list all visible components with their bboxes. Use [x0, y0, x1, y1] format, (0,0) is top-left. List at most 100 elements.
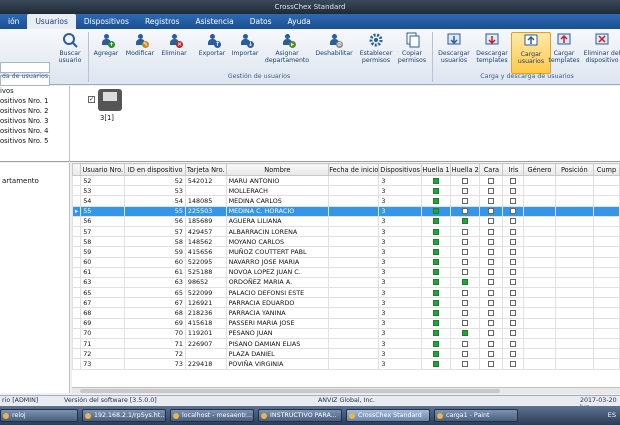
fingerprint1-cell[interactable]	[420, 358, 452, 370]
checkbox[interactable]	[433, 228, 439, 235]
search-input[interactable]	[0, 62, 50, 73]
checkbox[interactable]	[488, 208, 495, 215]
iris-cell[interactable]	[502, 358, 525, 370]
fingerprint2-cell[interactable]	[450, 174, 481, 187]
fingerprint2-cell[interactable]	[450, 225, 481, 238]
face-cell[interactable]	[479, 225, 504, 238]
checkbox[interactable]	[510, 289, 517, 296]
fingerprint1-cell[interactable]	[420, 236, 452, 248]
face-cell[interactable]	[479, 266, 504, 278]
face-cell[interactable]	[479, 185, 504, 197]
fingerprint2-cell[interactable]	[450, 276, 481, 289]
checkbox[interactable]	[462, 289, 469, 296]
checkbox[interactable]	[462, 340, 469, 347]
checkbox[interactable]	[510, 320, 517, 327]
column-header[interactable]: Huella 2	[450, 163, 481, 176]
checkbox[interactable]	[510, 279, 517, 286]
table-row[interactable]: 59 59 415656 MUÑOZ COUTTERT PABL 3	[72, 246, 620, 258]
column-header[interactable]: Usuario Nro.	[80, 163, 126, 176]
checkbox[interactable]	[488, 350, 495, 357]
fingerprint1-cell[interactable]	[420, 276, 452, 289]
device-terminal-icon[interactable]	[98, 89, 122, 111]
taskbar-item[interactable]: reloj	[0, 409, 78, 422]
face-cell[interactable]	[479, 327, 504, 340]
fingerprint2-cell[interactable]	[450, 266, 481, 278]
fingerprint2-cell[interactable]	[450, 297, 481, 309]
device-tree-item[interactable]: ositivos Nro. 2	[0, 106, 69, 116]
checkbox[interactable]	[462, 228, 469, 235]
table-row[interactable]: 52 52 542012 MARU ANTONIO 3	[72, 174, 620, 187]
fingerprint2-cell[interactable]	[450, 337, 481, 350]
face-cell[interactable]	[479, 236, 504, 248]
table-row[interactable]: 54 54 148085 MEDINA CARLOS 3	[72, 195, 620, 207]
checkbox[interactable]	[433, 289, 439, 296]
checkbox[interactable]	[462, 248, 469, 255]
menu-item-devices[interactable]: Dispositivos	[76, 14, 137, 29]
language-indicator[interactable]: ES	[608, 409, 616, 421]
iris-cell[interactable]	[502, 236, 525, 248]
checkbox[interactable]	[462, 197, 469, 204]
fingerprint1-cell[interactable]	[420, 287, 452, 299]
menu-item-records[interactable]: Registros	[137, 14, 188, 29]
checkbox[interactable]	[462, 310, 469, 317]
face-cell[interactable]	[479, 307, 504, 319]
table-row[interactable]: 57 57 429457 ALBARRACIN LORENA 3	[72, 225, 620, 238]
checkbox[interactable]	[488, 228, 495, 235]
face-cell[interactable]	[479, 215, 504, 227]
table-row[interactable]: 70 70 119201 PESANO JUAN 3	[72, 327, 620, 340]
face-cell[interactable]	[479, 205, 504, 217]
device-checkbox[interactable]: ✓	[88, 96, 95, 103]
table-row[interactable]: 56 56 185689 AGUERA LILIANA 3	[72, 215, 620, 227]
fingerprint2-cell[interactable]	[450, 256, 481, 268]
checkbox[interactable]	[510, 330, 517, 337]
fingerprint1-cell[interactable]	[420, 256, 452, 268]
fingerprint2-cell[interactable]	[450, 287, 481, 299]
checkbox[interactable]	[488, 269, 495, 276]
search-user-button[interactable]: Buscar usuario	[50, 32, 90, 74]
fingerprint1-cell[interactable]	[420, 327, 452, 340]
iris-cell[interactable]	[502, 317, 525, 329]
upload-templates-button[interactable]: Cargar templates	[544, 32, 584, 74]
face-cell[interactable]	[479, 246, 504, 258]
fingerprint1-cell[interactable]	[420, 225, 452, 238]
face-cell[interactable]	[479, 276, 504, 289]
checkbox[interactable]	[488, 177, 495, 184]
checkbox[interactable]	[488, 340, 495, 347]
fingerprint1-cell[interactable]	[420, 185, 452, 197]
fingerprint2-cell[interactable]	[450, 205, 481, 217]
set-permissions-button[interactable]: Establecer permisos	[356, 32, 396, 74]
download-templates-button[interactable]: Descargar templates	[472, 32, 512, 74]
iris-cell[interactable]	[502, 174, 525, 187]
device-tree-item[interactable]: ositivos Nro. 1	[0, 96, 69, 106]
department-label[interactable]: artamento	[0, 163, 69, 185]
face-cell[interactable]	[479, 337, 504, 350]
fingerprint1-cell[interactable]	[420, 205, 452, 217]
fingerprint2-cell[interactable]	[450, 215, 481, 227]
fingerprint1-cell[interactable]	[420, 348, 452, 360]
checkbox[interactable]	[433, 350, 439, 357]
column-header[interactable]: Huella 1	[420, 163, 452, 176]
checkbox[interactable]	[433, 330, 439, 337]
device-tree-item[interactable]: ositivos Nro. 4	[0, 126, 69, 136]
fingerprint2-cell[interactable]	[450, 358, 481, 370]
checkbox[interactable]	[462, 269, 469, 276]
checkbox[interactable]	[433, 279, 439, 286]
checkbox[interactable]	[488, 197, 495, 204]
iris-cell[interactable]	[502, 287, 525, 299]
face-cell[interactable]	[479, 317, 504, 329]
fingerprint2-cell[interactable]	[450, 348, 481, 360]
fingerprint1-cell[interactable]	[420, 174, 452, 187]
device-tree-item[interactable]: ositivos Nro. 3	[0, 116, 69, 126]
iris-cell[interactable]	[502, 185, 525, 197]
checkbox[interactable]	[510, 259, 517, 266]
checkbox[interactable]	[462, 320, 469, 327]
menu-item-data[interactable]: Datos	[242, 14, 280, 29]
taskbar-item[interactable]: carga1 - Paint	[434, 409, 518, 422]
fingerprint1-cell[interactable]	[420, 215, 452, 227]
checkbox[interactable]	[433, 218, 439, 225]
device-tree-root[interactable]: ivos	[0, 86, 69, 96]
table-row[interactable]: 58 58 148562 MOYANO CARLOS 3	[72, 236, 620, 248]
checkbox[interactable]	[510, 228, 517, 235]
fingerprint1-cell[interactable]	[420, 195, 452, 207]
checkbox[interactable]	[488, 289, 495, 296]
